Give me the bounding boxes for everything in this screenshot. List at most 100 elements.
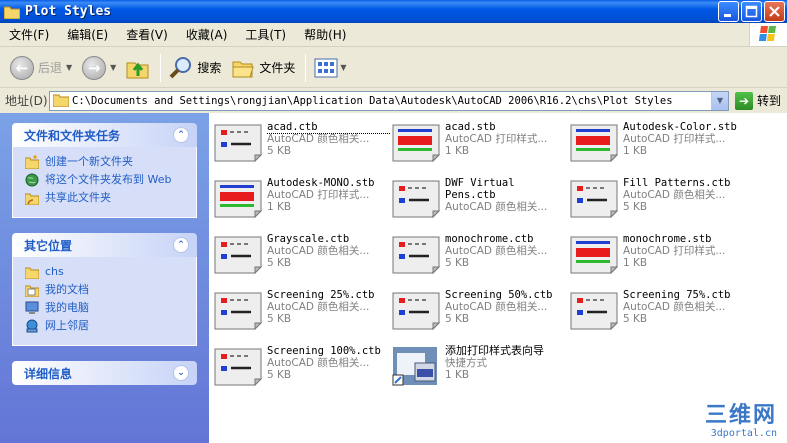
collapse-chevron-icon[interactable]: ⌃ [173, 237, 189, 253]
chevron-down-icon[interactable]: ▼ [66, 63, 72, 72]
file-name: acad.stb [445, 121, 496, 133]
collapse-chevron-icon[interactable]: ⌃ [173, 127, 189, 143]
file-size: 5 KB [623, 201, 648, 213]
file-item[interactable]: DWF Virtual Pens.ctb AutoCAD 颜色相关... [391, 177, 569, 227]
file-item[interactable]: monochrome.stb AutoCAD 打印样式... 1 KB [569, 233, 747, 283]
menu-edit[interactable]: 编辑(E) [58, 26, 117, 43]
file-name: DWF Virtual Pens.ctb [445, 177, 515, 201]
watermark: 三维网 3dportal.cn [705, 404, 777, 440]
views-icon [314, 58, 338, 77]
task-label: 将这个文件夹发布到 Web [45, 173, 172, 186]
folder-icon [52, 94, 70, 108]
place-my-documents[interactable]: 我的文档 [24, 283, 186, 298]
address-path: C:\Documents and Settings\rongjian\Appli… [72, 94, 673, 107]
menu-file[interactable]: 文件(F) [0, 26, 58, 43]
details-header[interactable]: 详细信息 ⌄ [12, 361, 197, 385]
search-icon [169, 56, 192, 78]
task-label: 共享此文件夹 [45, 191, 111, 204]
ctb-file-icon [213, 289, 263, 331]
file-type: AutoCAD 颜色相关... [267, 301, 370, 313]
folder-up-icon [126, 62, 149, 78]
place-my-computer[interactable]: 我的电脑 [25, 301, 186, 315]
file-name: Screening 100%.ctb [267, 345, 381, 357]
file-type: AutoCAD 打印样式... [623, 245, 726, 257]
place-chs[interactable]: chs [24, 265, 186, 280]
file-item[interactable]: Screening 25%.ctb AutoCAD 颜色相关... 5 KB [213, 289, 391, 339]
menu-view[interactable]: 查看(V) [117, 26, 177, 43]
file-size: 1 KB [445, 145, 470, 157]
other-places-header[interactable]: 其它位置 ⌃ [12, 233, 197, 257]
network-icon [25, 319, 39, 333]
file-type: AutoCAD 颜色相关... [445, 245, 548, 257]
other-places-panel: 其它位置 ⌃ chs 我的文档 我的电脑 网上邻居 [12, 233, 197, 346]
place-network[interactable]: 网上邻居 [25, 319, 186, 333]
place-label: 我的电脑 [45, 301, 89, 314]
search-button[interactable]: 搜索 [165, 52, 225, 84]
chevron-down-icon[interactable]: ▼ [340, 63, 346, 72]
back-button[interactable]: ← 后退 ▼ [6, 52, 76, 84]
file-name: Grayscale.ctb [267, 233, 350, 245]
address-label: 地址(D) [5, 94, 48, 108]
search-label: 搜索 [197, 61, 222, 75]
close-button[interactable] [764, 1, 785, 22]
maximize-button[interactable] [741, 1, 762, 22]
maximize-icon [745, 5, 758, 18]
file-type: AutoCAD 颜色相关... [445, 201, 548, 213]
address-bar: 地址(D) C:\Documents and Settings\rongjian… [0, 89, 787, 112]
menu-bar: 文件(F) 编辑(E) 查看(V) 收藏(A) 工具(T) 帮助(H) [0, 23, 787, 47]
place-label: 我的文档 [45, 283, 89, 296]
task-publish-web[interactable]: 将这个文件夹发布到 Web [25, 173, 186, 187]
file-item[interactable]: 添加打印样式表向导 快捷方式 1 KB [391, 345, 569, 395]
task-pane: 文件和文件夹任务 ⌃ 创建一个新文件夹 将这个文件夹发布到 Web 共享此文件夹… [0, 113, 209, 443]
go-arrow-icon: ➔ [735, 91, 753, 110]
file-item[interactable]: Autodesk-Color.stb AutoCAD 打印样式... 1 KB [569, 121, 747, 171]
file-item[interactable]: acad.stb AutoCAD 打印样式... 1 KB [391, 121, 569, 171]
file-name: monochrome.ctb [445, 233, 534, 245]
panel-title: 详细信息 [24, 366, 73, 381]
place-label: 网上邻居 [45, 319, 89, 332]
menu-tools[interactable]: 工具(T) [236, 26, 295, 43]
minimize-button[interactable] [718, 1, 739, 22]
menu-help[interactable]: 帮助(H) [295, 26, 355, 43]
file-item[interactable]: Fill Patterns.ctb AutoCAD 颜色相关... 5 KB [569, 177, 747, 227]
file-item[interactable]: monochrome.ctb AutoCAD 颜色相关... 5 KB [391, 233, 569, 283]
file-tasks-header[interactable]: 文件和文件夹任务 ⌃ [12, 123, 197, 147]
folders-button[interactable]: 文件夹 [227, 52, 299, 84]
up-button[interactable] [122, 52, 154, 84]
file-type: AutoCAD 打印样式... [445, 133, 548, 145]
views-button[interactable]: ▼ [310, 52, 350, 84]
file-type: AutoCAD 颜色相关... [445, 301, 548, 313]
task-label: 创建一个新文件夹 [45, 155, 133, 168]
file-item[interactable]: Grayscale.ctb AutoCAD 颜色相关... 5 KB [213, 233, 391, 283]
task-new-folder[interactable]: 创建一个新文件夹 [24, 155, 186, 170]
ctb-file-icon [391, 289, 441, 331]
go-button[interactable]: ➔ 转到 [735, 91, 781, 110]
file-size: 5 KB [445, 313, 470, 325]
window-title: Plot Styles [25, 4, 112, 19]
back-label: 后退 [38, 61, 63, 75]
expand-chevron-icon[interactable]: ⌄ [173, 365, 189, 381]
chevron-down-icon[interactable]: ▼ [110, 63, 116, 72]
file-item[interactable]: Screening 100%.ctb AutoCAD 颜色相关... 5 KB [213, 345, 391, 395]
menu-favorites[interactable]: 收藏(A) [177, 26, 237, 43]
file-item[interactable]: Autodesk-MONO.stb AutoCAD 打印样式... 1 KB [213, 177, 391, 227]
file-item[interactable]: Screening 75%.ctb AutoCAD 颜色相关... 5 KB [569, 289, 747, 339]
file-type: AutoCAD 颜色相关... [267, 245, 370, 257]
file-item[interactable]: Screening 50%.ctb AutoCAD 颜色相关... 5 KB [391, 289, 569, 339]
file-item[interactable]: acad.ctb AutoCAD 颜色相关... 5 KB [213, 121, 391, 171]
ctb-file-icon [569, 289, 619, 331]
task-share-folder[interactable]: 共享此文件夹 [24, 191, 186, 206]
stb-file-icon [569, 233, 619, 275]
file-size: 1 KB [267, 201, 292, 213]
file-type: AutoCAD 颜色相关... [267, 357, 370, 369]
chevron-down-icon[interactable]: ▼ [711, 91, 728, 110]
toolbar: ← 后退 ▼ → ▼ 搜索 文件夹 ▼ [0, 48, 787, 88]
file-name: Screening 75%.ctb [623, 289, 731, 301]
file-type: AutoCAD 颜色相关... [623, 189, 726, 201]
forward-button[interactable]: → ▼ [78, 52, 120, 84]
shared-folder-icon [24, 191, 40, 206]
ctb-file-icon [213, 345, 263, 387]
address-input[interactable]: C:\Documents and Settings\rongjian\Appli… [49, 90, 729, 111]
watermark-url: 3dportal.cn [710, 428, 777, 439]
toolbar-separator [160, 53, 162, 82]
